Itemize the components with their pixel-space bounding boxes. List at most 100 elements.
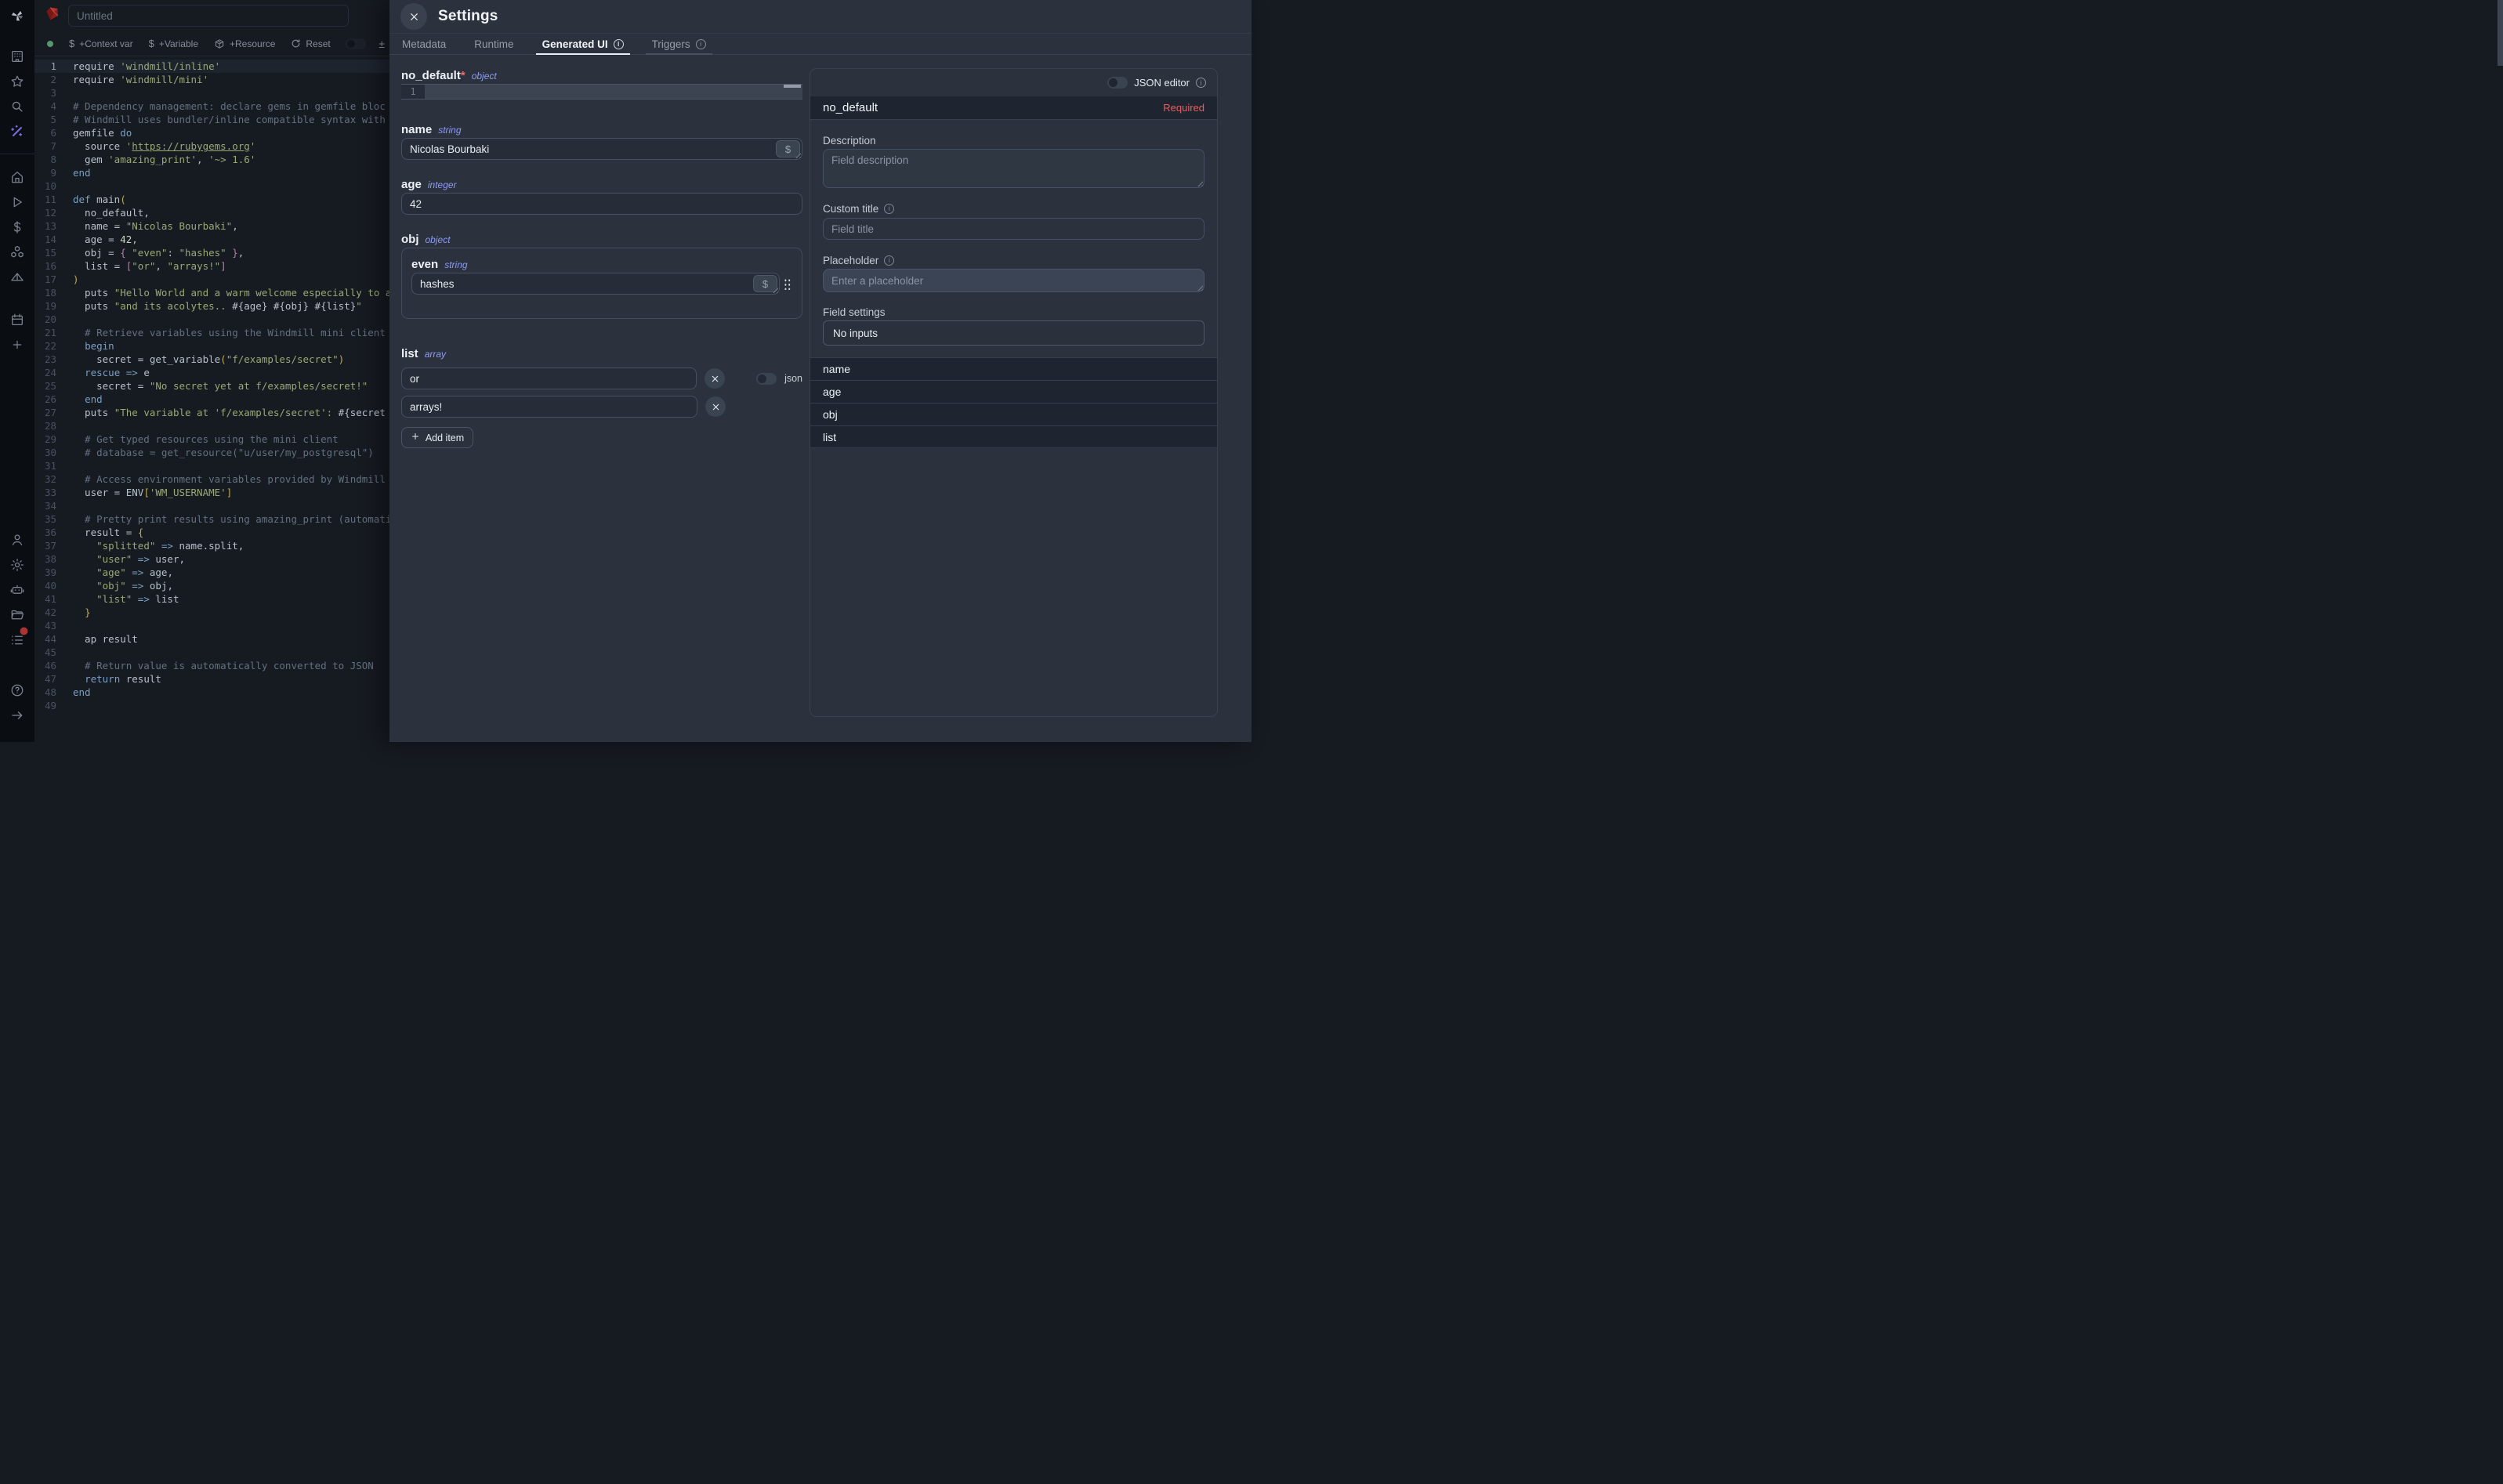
- code-line[interactable]: 39 "age" => age,: [34, 566, 389, 579]
- code-line[interactable]: 6gemfile do: [34, 126, 389, 139]
- variables-dollar-icon[interactable]: [10, 220, 24, 234]
- code-line[interactable]: 47 return result: [34, 672, 389, 686]
- add-resource-button[interactable]: +Resource: [214, 38, 275, 49]
- code-area[interactable]: 1require 'windmill/inline'2require 'wind…: [34, 60, 389, 742]
- code-line[interactable]: 8 gem 'amazing_print', '~> 1.6': [34, 153, 389, 166]
- tab-runtime[interactable]: Runtime: [474, 34, 513, 54]
- resources-cubes-icon[interactable]: [9, 244, 25, 260]
- add-item-button[interactable]: Add item: [401, 427, 473, 448]
- code-line[interactable]: 12 no_default,: [34, 206, 389, 219]
- object-json-editor[interactable]: 1: [401, 84, 802, 100]
- code-line[interactable]: 18 puts "Hello World and a warm welcome …: [34, 286, 389, 299]
- code-line[interactable]: 9end: [34, 166, 389, 179]
- selected-field-header[interactable]: no_default Required: [810, 96, 1217, 120]
- search-icon[interactable]: [10, 100, 25, 114]
- workspace-building-icon[interactable]: [10, 49, 25, 64]
- code-line[interactable]: 16 list = ["or", "arrays!"]: [34, 259, 389, 273]
- folders-icon[interactable]: [10, 608, 25, 623]
- code-line[interactable]: 43: [34, 619, 389, 632]
- code-line[interactable]: 46 # Return value is automatically conve…: [34, 659, 389, 672]
- code-line[interactable]: 32 # Access environment variables provid…: [34, 472, 389, 486]
- remove-item-icon[interactable]: [705, 368, 725, 389]
- script-title-input[interactable]: Untitled: [68, 5, 349, 27]
- favorites-star-icon[interactable]: [10, 74, 25, 89]
- schedules-calendar-icon[interactable]: [10, 313, 25, 328]
- name-input[interactable]: Nicolas Bourbaki $: [401, 138, 802, 160]
- code-line[interactable]: 1require 'windmill/inline': [34, 60, 389, 73]
- editor-toggle[interactable]: [346, 38, 366, 49]
- code-line[interactable]: 30 # database = get_resource("u/user/my_…: [34, 446, 389, 459]
- json-editor-toggle[interactable]: [1107, 77, 1128, 89]
- modal-scrollbar[interactable]: [2498, 0, 2503, 66]
- placeholder-textarea[interactable]: Enter a placeholder: [823, 269, 1204, 292]
- json-toggle[interactable]: [756, 373, 777, 385]
- code-line[interactable]: 5# Windmill uses bundler/inline compatib…: [34, 113, 389, 126]
- code-line[interactable]: 4# Dependency management: declare gems i…: [34, 100, 389, 113]
- code-line[interactable]: 34: [34, 499, 389, 512]
- code-line[interactable]: 15 obj = { "even": "hashes" },: [34, 246, 389, 259]
- insert-variable-button[interactable]: $: [776, 140, 800, 157]
- settings-gear-icon[interactable]: [10, 558, 25, 573]
- field-row-list[interactable]: list: [810, 425, 1217, 448]
- audit-logs-list-icon[interactable]: [10, 633, 25, 648]
- workers-robot-icon[interactable]: [9, 582, 25, 598]
- home-icon[interactable]: [10, 170, 25, 185]
- diff-plus-minus-icon[interactable]: ±: [379, 38, 385, 50]
- editor-scrollbar[interactable]: [784, 85, 801, 88]
- tab-generated-ui[interactable]: Generated UI: [542, 34, 624, 54]
- code-line[interactable]: 33 user = ENV['WM_USERNAME']: [34, 486, 389, 499]
- code-line[interactable]: 21 # Retrieve variables using the Windmi…: [34, 326, 389, 339]
- code-line[interactable]: 11def main(: [34, 193, 389, 206]
- code-line[interactable]: 20: [34, 313, 389, 326]
- description-textarea[interactable]: Field description: [823, 149, 1204, 188]
- runs-play-icon[interactable]: [10, 195, 24, 209]
- collapse-arrow-icon[interactable]: [10, 708, 24, 722]
- code-line[interactable]: 17): [34, 273, 389, 286]
- create-plus-icon[interactable]: [11, 338, 24, 351]
- code-line[interactable]: 35 # Pretty print results using amazing_…: [34, 512, 389, 526]
- close-icon[interactable]: [400, 3, 427, 30]
- help-icon[interactable]: [10, 683, 25, 698]
- code-line[interactable]: 38 "user" => user,: [34, 552, 389, 566]
- add-variable-button[interactable]: $ +Variable: [149, 38, 198, 49]
- code-line[interactable]: 40 "obj" => obj,: [34, 579, 389, 592]
- user-icon[interactable]: [10, 533, 25, 548]
- add-context-var-button[interactable]: $ +Context var: [69, 38, 133, 49]
- code-line[interactable]: 13 name = "Nicolas Bourbaki",: [34, 219, 389, 233]
- code-line[interactable]: 23 secret = get_variable("f/examples/sec…: [34, 353, 389, 366]
- insert-variable-button[interactable]: $: [753, 275, 777, 292]
- code-line[interactable]: 3: [34, 86, 389, 100]
- code-line[interactable]: 42 }: [34, 606, 389, 619]
- drag-handle-icon[interactable]: [784, 277, 791, 290]
- code-line[interactable]: 45: [34, 646, 389, 659]
- code-line[interactable]: 14 age = 42,: [34, 233, 389, 246]
- code-line[interactable]: 27 puts "The variable at 'f/examples/sec…: [34, 406, 389, 419]
- code-line[interactable]: 26 end: [34, 393, 389, 406]
- list-item-input[interactable]: arrays!: [401, 396, 697, 418]
- reset-button[interactable]: Reset: [291, 38, 330, 49]
- code-line[interactable]: 31: [34, 459, 389, 472]
- list-item-input[interactable]: or: [401, 367, 697, 389]
- code-line[interactable]: 10: [34, 179, 389, 193]
- field-row-age[interactable]: age: [810, 380, 1217, 403]
- tab-metadata[interactable]: Metadata: [402, 34, 446, 54]
- code-line[interactable]: 49: [34, 699, 389, 712]
- remove-item-icon[interactable]: [705, 396, 726, 417]
- code-line[interactable]: 25 secret = "No secret yet at f/examples…: [34, 379, 389, 393]
- code-line[interactable]: 37 "splitted" => name.split,: [34, 539, 389, 552]
- code-line[interactable]: 29 # Get typed resources using the mini …: [34, 433, 389, 446]
- code-line[interactable]: 41 "list" => list: [34, 592, 389, 606]
- code-line[interactable]: 19 puts "and its acolytes.. #{age} #{obj…: [34, 299, 389, 313]
- code-line[interactable]: 7 source 'https://rubygems.org': [34, 139, 389, 153]
- custom-title-input[interactable]: Field title: [823, 218, 1204, 240]
- field-row-name[interactable]: name: [810, 357, 1217, 380]
- code-line[interactable]: 44 ap result: [34, 632, 389, 646]
- schemas-pyramid-icon[interactable]: [9, 270, 25, 285]
- ai-wand-icon[interactable]: [9, 124, 25, 139]
- tab-triggers[interactable]: Triggers: [652, 34, 706, 54]
- windmill-logo-icon[interactable]: [9, 7, 26, 24]
- code-line[interactable]: 22 begin: [34, 339, 389, 353]
- code-line[interactable]: 28: [34, 419, 389, 433]
- even-input[interactable]: hashes $: [411, 273, 780, 295]
- code-line[interactable]: 24 rescue => e: [34, 366, 389, 379]
